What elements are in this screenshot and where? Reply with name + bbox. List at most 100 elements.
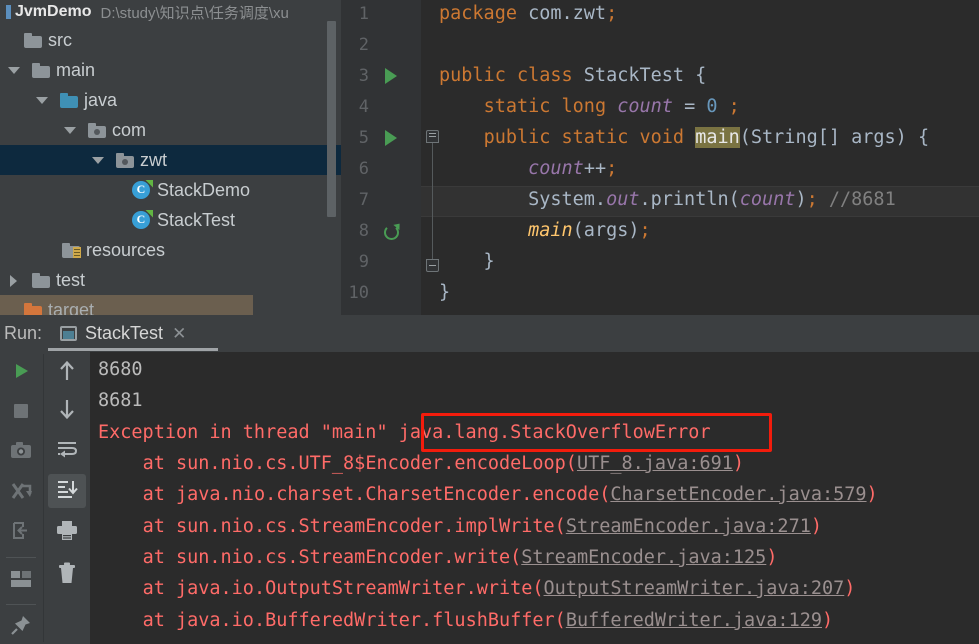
console-output[interactable]: 8680 8681 Exception in thread "main" jav… [90, 352, 979, 644]
line-number: 7 [358, 190, 369, 210]
stack-frame-text: at sun.nio.cs.StreamEncoder.implWrite( [142, 516, 566, 537]
code-editor[interactable]: 1 2 3 4 5 6 7 8 9 10 package com.zwt; pu… [341, 0, 979, 315]
clear-all-button[interactable] [48, 558, 86, 592]
thread-dump-button[interactable] [2, 436, 40, 470]
stack-frame-text: at java.nio.charset.CharsetEncoder.encod… [142, 484, 611, 505]
expand-arrow[interactable] [8, 32, 24, 48]
run-gutter-icon[interactable] [385, 130, 397, 146]
scroll-to-end-icon [56, 479, 78, 504]
soft-wrap-button[interactable] [48, 434, 86, 468]
java-class-icon: C [132, 179, 153, 200]
run-tool-window: Run: StackTest ✕ 8680 8681 Exception in … [0, 315, 979, 644]
tree-item-main[interactable]: main [0, 55, 341, 85]
code-text-area[interactable]: package com.zwt; public class StackTest … [421, 0, 979, 315]
source-link[interactable]: StreamEncoder.java:271 [566, 516, 811, 537]
tree-item-src[interactable]: src [0, 25, 341, 55]
line-number: 5 [358, 128, 369, 148]
tree-item-label: java [84, 89, 118, 110]
run-gutter-icon[interactable] [385, 68, 397, 84]
paren: ) [732, 453, 745, 474]
console-line-stacktrace: at sun.nio.cs.StreamEncoder.write(Stream… [98, 547, 778, 568]
stack-frame-text: at java.io.OutputStreamWriter.write( [142, 578, 544, 599]
console-line: 8680 [98, 359, 143, 380]
project-name: JvmDemo [15, 3, 92, 20]
restart-button[interactable] [2, 476, 40, 510]
project-tool-window[interactable]: JvmDemo D:\study\知识点\任务调度\xu src main ja… [0, 0, 341, 315]
paren: ) [844, 578, 856, 599]
code-line-5: public static void main(String[] args) { [483, 127, 930, 148]
arrow-up-icon [58, 360, 76, 387]
trash-icon [57, 562, 77, 589]
code-line-7: System.out.println(count); //8681 [439, 189, 896, 210]
up-button[interactable] [48, 356, 86, 390]
tree-item-label: resources [86, 239, 166, 260]
ide-window: JvmDemo D:\study\知识点\任务调度\xu src main ja… [0, 0, 979, 644]
paren: ) [866, 484, 878, 505]
toolbar-separator [6, 604, 36, 605]
chevron-right-icon[interactable] [6, 272, 22, 288]
expand-arrow[interactable] [8, 302, 24, 315]
stop-button[interactable] [2, 396, 40, 430]
folder-source-icon [60, 92, 78, 108]
code-line-9: } [439, 251, 495, 272]
paren: ) [766, 547, 778, 568]
tree-item-test[interactable]: test [0, 265, 341, 295]
folder-excluded-icon [24, 302, 42, 315]
console-line-stacktrace: at java.nio.charset.CharsetEncoder.encod… [98, 484, 878, 505]
package-icon [116, 152, 134, 168]
source-link[interactable]: BufferedWriter.java:129 [566, 610, 822, 631]
export-button[interactable] [2, 516, 40, 550]
tab-stacktest[interactable]: StackTest ✕ [56, 317, 192, 350]
code-line-3: public class StackTest { [439, 65, 707, 86]
console-line-stacktrace: at java.io.BufferedWriter.flushBuffer(Bu… [98, 610, 834, 631]
print-button[interactable] [48, 516, 86, 550]
stack-frame-text: at sun.nio.cs.StreamEncoder.write( [142, 547, 522, 568]
tree-item-label: StackDemo [157, 179, 251, 200]
console-line: 8681 [98, 390, 143, 411]
tree-item-zwt[interactable]: zwt [0, 145, 341, 175]
chevron-down-icon[interactable] [6, 62, 22, 78]
tree-item-stackdemo[interactable]: C StackDemo [0, 175, 341, 205]
code-line-6: count++; [528, 158, 618, 179]
close-icon[interactable]: ✕ [172, 324, 186, 344]
run-toolbar [0, 352, 90, 644]
scroll-to-end-button[interactable] [48, 474, 86, 508]
pin-icon [10, 614, 32, 641]
tree-item-label: zwt [140, 149, 167, 170]
tab-active-underline [48, 348, 218, 351]
code-line-8: main(args); [528, 220, 651, 241]
source-link[interactable]: StreamEncoder.java:125 [521, 547, 766, 568]
soft-wrap-icon [56, 439, 78, 464]
line-number: 9 [358, 252, 369, 272]
paren: ) [822, 610, 834, 631]
chevron-down-icon[interactable] [62, 122, 78, 138]
source-link[interactable]: UTF_8.java:691 [577, 453, 733, 474]
folder-icon [32, 272, 50, 288]
down-button[interactable] [48, 394, 86, 428]
recursive-call-icon[interactable] [384, 225, 399, 240]
tree-item-com[interactable]: com [0, 115, 341, 145]
play-icon [11, 361, 31, 386]
source-link[interactable]: OutputStreamWriter.java:207 [544, 578, 845, 599]
editor-gutter[interactable]: 1 2 3 4 5 6 7 8 9 10 [341, 0, 421, 315]
tree-item-java[interactable]: java [0, 85, 341, 115]
line-number: 8 [358, 221, 369, 241]
tree-item-stacktest[interactable]: C StackTest [0, 205, 341, 235]
tree-item-target[interactable]: target [0, 295, 253, 315]
rerun-button[interactable] [2, 356, 40, 390]
pin-button[interactable] [2, 610, 40, 644]
chevron-down-icon[interactable] [34, 92, 50, 108]
line-number: 2 [358, 35, 369, 55]
layout-button[interactable] [2, 564, 40, 598]
tree-item-resources[interactable]: resources [0, 235, 341, 265]
code-line-4: static long count = 0 ; [483, 96, 740, 117]
line-number: 10 [348, 283, 369, 303]
camera-icon [10, 441, 32, 465]
toolbar-divider [43, 354, 44, 642]
source-link[interactable]: CharsetEncoder.java:579 [610, 484, 866, 505]
tree-item-label: src [48, 29, 72, 50]
arrow-down-icon [58, 398, 76, 425]
tree-item-label: test [56, 269, 86, 290]
line-number: 1 [358, 4, 369, 24]
chevron-down-icon[interactable] [90, 152, 106, 168]
